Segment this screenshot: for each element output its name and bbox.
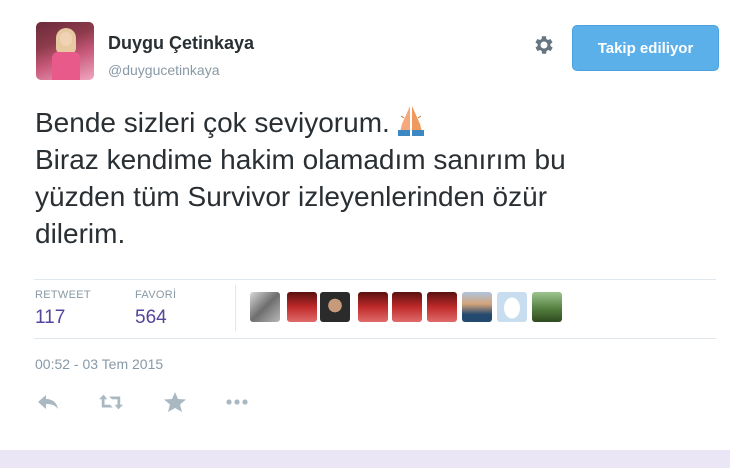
following-button[interactable]: Takip ediliyor [572,25,719,71]
avatar[interactable] [36,22,94,80]
favorite-count[interactable]: 564 [135,307,167,329]
egg-icon [504,297,520,319]
gear-icon[interactable] [532,33,556,57]
retweet-label: RETWEET [35,289,91,301]
retweet-count[interactable]: 117 [35,307,65,329]
tweet-timestamp[interactable]: 00:52 - 03 Tem 2015 [35,356,163,372]
favoriter-avatar[interactable] [462,292,492,322]
favoriter-avatar[interactable] [532,292,562,322]
more-icon[interactable] [225,391,249,413]
divider [34,338,716,339]
favoriter-avatar[interactable] [427,292,457,322]
display-name[interactable]: Duygu Çetinkaya [108,33,254,54]
tweet-card: Duygu Çetinkaya @duygucetinkaya Takip ed… [0,0,730,450]
favoriter-avatar[interactable] [287,292,317,322]
username-handle[interactable]: @duygucetinkaya [108,62,220,78]
favoriter-avatar[interactable] [497,292,527,322]
folded-hands-icon [397,106,424,136]
tweet-line: Biraz kendime hakim olamadım sanırım bu [35,144,566,175]
retweet-icon[interactable] [99,391,123,413]
tweet-line: Bende sizleri çok seviyorum. [35,102,715,141]
divider [235,285,236,331]
divider [34,279,716,280]
tweet-line: dilerim. [35,218,126,249]
favoriter-avatar[interactable] [250,292,280,322]
favorite-label: FAVORİ [135,289,177,301]
favoriter-avatar[interactable] [320,292,350,322]
tweet-line: yüzden tüm Survivor izleyenlerinden özür [35,181,548,212]
favorite-star-icon[interactable] [163,391,187,413]
tweet-text: Bende sizleri çok seviyorum. Biraz kendi… [35,102,715,252]
reply-icon[interactable] [36,391,60,413]
favoriter-avatar[interactable] [358,292,388,322]
favoriter-avatar[interactable] [392,292,422,322]
page-background [0,450,730,468]
